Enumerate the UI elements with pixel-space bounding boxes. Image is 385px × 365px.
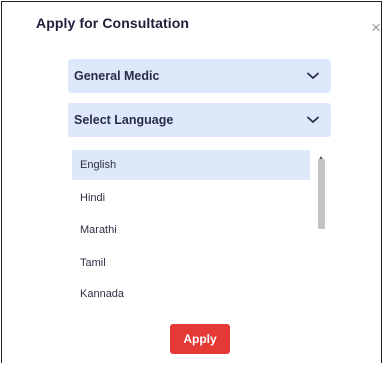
dialog-title: Apply for Consultation [36, 15, 190, 31]
scroll-thumb[interactable] [318, 159, 325, 229]
scroll-down-icon[interactable] [318, 305, 324, 311]
chevron-down-icon [307, 72, 319, 80]
chevron-down-icon [307, 116, 319, 124]
language-option-tamil[interactable]: Tamil [72, 248, 310, 278]
consultation-dialog: Apply for Consultation × General Medic S… [1, 1, 382, 363]
language-option-english[interactable]: English [72, 150, 310, 180]
language-option-kannada[interactable]: Kannada [72, 279, 310, 309]
specialty-select-value: General Medic [74, 69, 160, 83]
language-option-hindi[interactable]: Hindi [72, 183, 310, 213]
scroll-up-icon[interactable] [318, 148, 324, 161]
language-select-label: Select Language [74, 113, 174, 127]
close-icon[interactable]: × [368, 19, 384, 36]
language-options-list[interactable]: English Hindi Marathi Tamil Kannada [68, 145, 331, 313]
language-select[interactable]: Select Language [68, 103, 331, 137]
list-scrollbar[interactable] [315, 145, 327, 313]
language-option-marathi[interactable]: Marathi [72, 215, 310, 245]
apply-button[interactable]: Apply [170, 324, 230, 354]
specialty-select[interactable]: General Medic [68, 59, 331, 93]
